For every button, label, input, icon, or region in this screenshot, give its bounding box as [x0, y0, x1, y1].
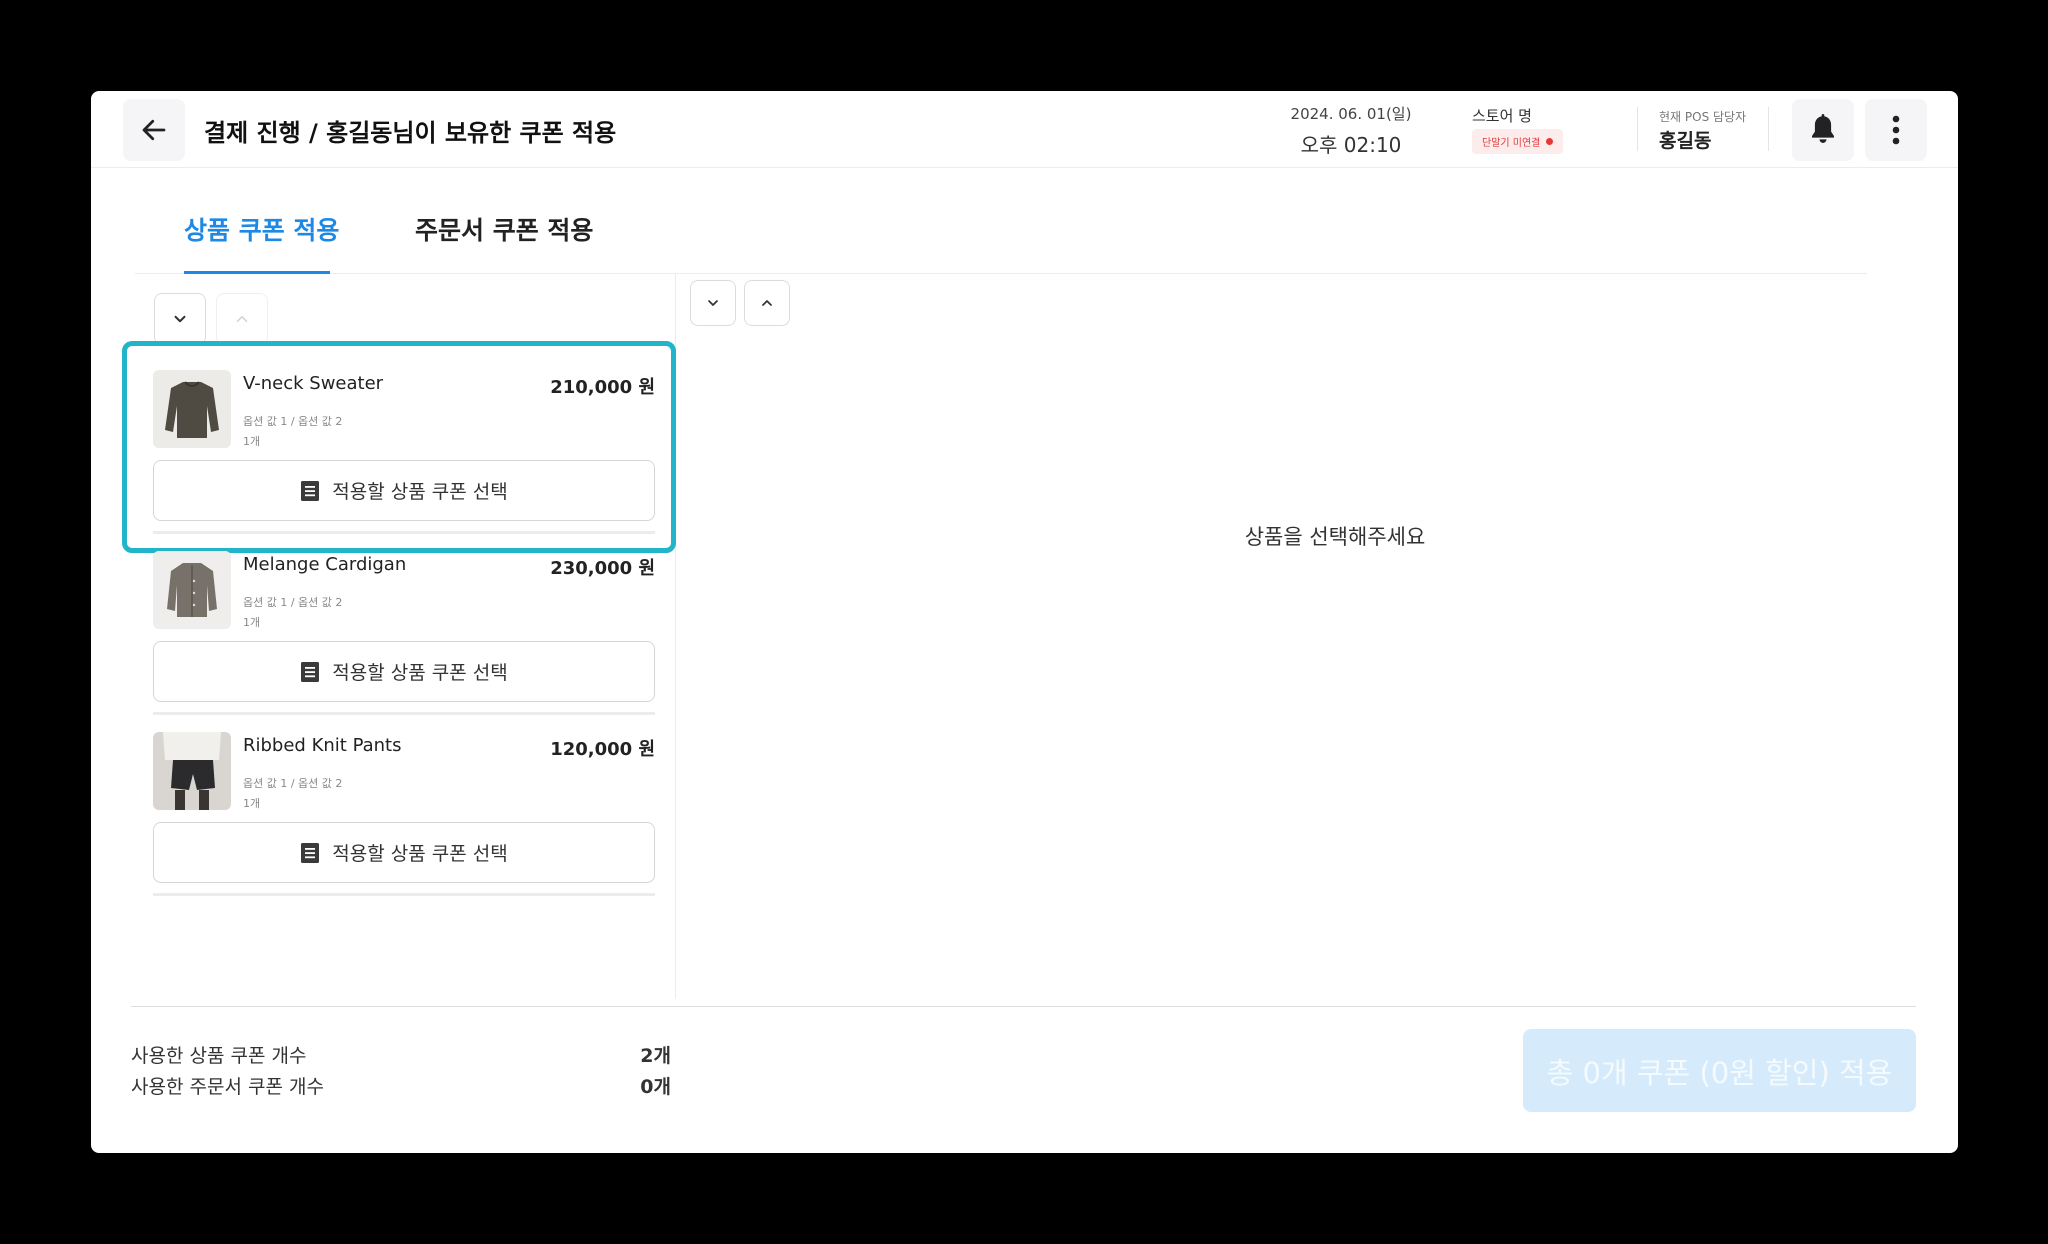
pants-image [153, 732, 231, 810]
item-divider [153, 893, 655, 896]
tab-product-coupon[interactable]: 상품 쿠폰 적용 [184, 211, 339, 247]
back-button[interactable] [123, 99, 185, 161]
product-quantity: 1개 [243, 435, 261, 448]
select-coupon-button[interactable]: 적용할 상품 쿠폰 선택 [153, 822, 655, 883]
product-item[interactable]: Ribbed Knit Pants 120,000 원 옵션 값 1 / 옵션 … [135, 715, 676, 896]
detail-scroll-down-button[interactable] [690, 280, 736, 326]
chevron-down-icon [708, 300, 718, 306]
status-dot-icon [1546, 138, 1554, 145]
select-coupon-label: 적용할 상품 쿠폰 선택 [332, 481, 508, 503]
product-coupon-count-label: 사용한 상품 쿠폰 개수 [131, 1045, 307, 1067]
scroll-up-button[interactable] [216, 293, 268, 345]
top-bar: 결제 진행 / 홍길동님이 보유한 쿠폰 적용 2024. 06. 01(일) … [91, 91, 1958, 168]
product-quantity: 1개 [243, 616, 261, 629]
product-options: 옵션 값 1 / 옵션 값 2 [243, 777, 343, 790]
product-name: Ribbed Knit Pants [243, 735, 402, 756]
product-thumbnail [153, 370, 231, 448]
list-icon [301, 480, 320, 501]
arrow-left-icon [142, 119, 166, 141]
product-quantity: 1개 [243, 797, 261, 810]
tab-order-coupon[interactable]: 주문서 쿠폰 적용 [415, 211, 593, 247]
product-coupon-count-value: 2개 [640, 1045, 671, 1067]
chevron-up-icon [762, 300, 772, 306]
more-vertical-icon [1892, 115, 1900, 145]
select-coupon-button[interactable]: 적용할 상품 쿠폰 선택 [153, 460, 655, 521]
product-list-panel: V-neck Sweater 210,000 원 옵션 값 1 / 옵션 값 2… [122, 274, 676, 999]
order-coupon-count-value: 0개 [640, 1076, 671, 1098]
chevron-up-icon [236, 316, 248, 322]
current-time: 오후 02:10 [1300, 133, 1402, 157]
product-thumbnail [153, 732, 231, 810]
apply-coupons-button[interactable]: 총 0개 쿠폰 (0원 할인) 적용 [1523, 1029, 1916, 1112]
notifications-button[interactable] [1792, 99, 1854, 161]
terminal-status-badge: 단말기 미연결 [1472, 129, 1564, 154]
cardigan-image [153, 551, 231, 629]
header-divider [1768, 107, 1769, 151]
page-title: 결제 진행 / 홍길동님이 보유한 쿠폰 적용 [204, 119, 617, 147]
product-options: 옵션 값 1 / 옵션 값 2 [243, 596, 343, 609]
product-name: Melange Cardigan [243, 554, 407, 575]
product-item[interactable]: V-neck Sweater 210,000 원 옵션 값 1 / 옵션 값 2… [122, 341, 676, 553]
device-frame: 결제 진행 / 홍길동님이 보유한 쿠폰 적용 2024. 06. 01(일) … [0, 0, 2048, 1244]
scroll-down-button[interactable] [154, 293, 206, 345]
detail-scroll-up-button[interactable] [744, 280, 790, 326]
list-icon [301, 842, 320, 863]
select-coupon-label: 적용할 상품 쿠폰 선택 [332, 662, 508, 684]
product-price: 230,000 원 [550, 558, 655, 579]
more-menu-button[interactable] [1865, 99, 1927, 161]
chevron-down-icon [174, 315, 186, 323]
empty-selection-message: 상품을 선택해주세요 [1244, 525, 1426, 549]
bell-icon [1812, 114, 1834, 143]
list-icon [301, 661, 320, 682]
product-price: 120,000 원 [550, 739, 655, 760]
select-coupon-button[interactable]: 적용할 상품 쿠폰 선택 [153, 641, 655, 702]
sweater-image [153, 370, 231, 448]
header-divider [1637, 107, 1638, 151]
product-price: 210,000 원 [550, 377, 655, 398]
select-coupon-label: 적용할 상품 쿠폰 선택 [332, 843, 508, 865]
product-item[interactable]: Melange Cardigan 230,000 원 옵션 값 1 / 옵션 값… [135, 534, 676, 715]
product-options: 옵션 값 1 / 옵션 값 2 [243, 415, 343, 428]
store-name: 스토어 명 [1472, 107, 1532, 125]
product-thumbnail [153, 551, 231, 629]
app-screen: 결제 진행 / 홍길동님이 보유한 쿠폰 적용 2024. 06. 01(일) … [91, 91, 1958, 1153]
staff-name: 홍길동 [1659, 130, 1712, 152]
current-date: 2024. 06. 01(일) [1290, 105, 1412, 123]
product-name: V-neck Sweater [243, 373, 384, 394]
footer-divider [131, 1006, 1916, 1007]
staff-label: 현재 POS 담당자 [1659, 110, 1747, 124]
order-coupon-count-label: 사용한 주문서 쿠폰 개수 [131, 1076, 324, 1098]
terminal-status-text: 단말기 미연결 [1482, 138, 1541, 149]
